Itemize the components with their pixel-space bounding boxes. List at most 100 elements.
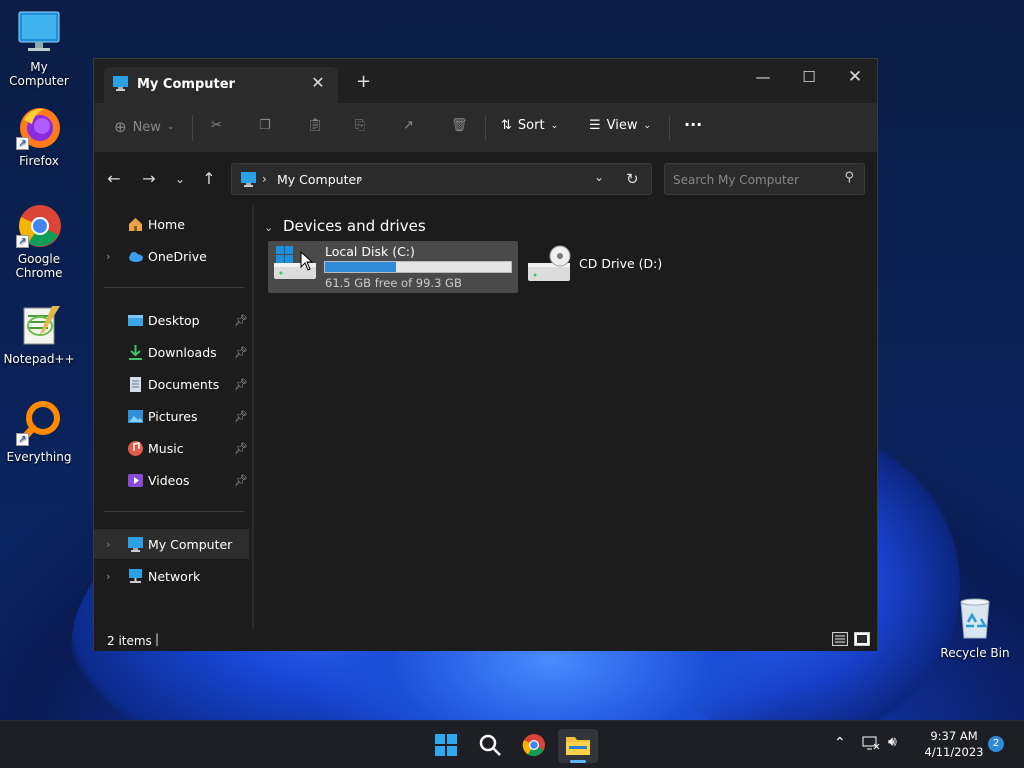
minimize-button[interactable]: — (740, 63, 786, 91)
desktop-icon-notepad-plus-plus[interactable]: Notepad++ (0, 302, 78, 366)
notification-badge[interactable]: 2 (988, 736, 1004, 752)
sidebar-item-network[interactable]: › Network (94, 561, 249, 591)
sidebar-item-label: Documents (148, 376, 220, 392)
paste-button[interactable]: 📋︎ (307, 118, 324, 133)
up-arrow-icon[interactable]: ↑ (199, 169, 219, 188)
toolbar-divider (669, 115, 670, 141)
breadcrumb-my-computer[interactable]: My Computer (277, 172, 361, 187)
clipboard-icon: 📋︎ (307, 118, 324, 133)
pin-icon: 📌︎ (234, 473, 248, 487)
delete-button[interactable]: 🗑︎ (451, 118, 468, 133)
start-icon (434, 733, 458, 760)
address-bar[interactable]: › My Computer › ⌄ ↻ (231, 163, 652, 195)
sidebar-item-label: Network (148, 568, 201, 584)
taskbar-search-button[interactable] (470, 729, 510, 763)
sidebar-item-videos[interactable]: Videos 📌︎ (94, 465, 249, 495)
trash-icon: 🗑︎ (451, 118, 468, 133)
chrome-icon (522, 733, 546, 760)
taskbar-file-explorer-button[interactable] (558, 729, 598, 763)
expand-chevron-icon[interactable]: › (106, 570, 110, 583)
more-options-button[interactable]: ··· (684, 115, 702, 134)
items-count: 2 items (107, 634, 152, 648)
back-arrow-icon[interactable]: ← (104, 169, 124, 188)
sidebar-item-onedrive[interactable]: › OneDrive (94, 241, 249, 271)
show-hidden-icons-chevron-icon[interactable]: ⌃ (834, 735, 846, 751)
sidebar-item-pictures[interactable]: Pictures 📌︎ (94, 401, 249, 431)
command-bar: ⊕ New ⌄ ✂ ❐ 📋︎ ⎘ ↗ 🗑︎ ⇅ Sort ⌄ ☰ View ⌄ … (94, 103, 877, 153)
large-icons-view-icon[interactable] (854, 632, 870, 646)
rename-button[interactable]: ⎘ (355, 118, 365, 133)
sidebar-item-documents[interactable]: Documents 📌︎ (94, 369, 249, 399)
clock[interactable]: 9:37 AM 4/11/2023 (918, 728, 990, 760)
desktop-icon-firefox[interactable]: ↗ Firefox (0, 104, 78, 168)
sidebar-item-label: Downloads (148, 344, 217, 360)
video-icon (127, 472, 144, 489)
pin-icon: 📌︎ (234, 313, 248, 327)
expand-chevron-icon[interactable]: › (106, 538, 110, 551)
network-icon (127, 568, 144, 585)
share-button[interactable]: ↗ (403, 118, 414, 133)
search-placeholder: Search My Computer (673, 173, 799, 187)
notepad-plus-plus-icon (16, 302, 62, 348)
sidebar-item-label: Music (148, 440, 184, 456)
sidebar-item-desktop[interactable]: Desktop 📌︎ (94, 305, 249, 335)
sidebar-item-home[interactable]: Home (94, 209, 249, 239)
sidebar-item-downloads[interactable]: Downloads 📌︎ (94, 337, 249, 367)
new-button[interactable]: ⊕ New ⌄ (114, 118, 174, 136)
search-icon (478, 733, 502, 760)
sidebar-item-my-computer[interactable]: › My Computer (94, 529, 249, 559)
collapse-chevron-icon: ⌄ (264, 221, 274, 234)
desktop-icon-recycle-bin[interactable]: Recycle Bin (936, 596, 1014, 660)
title-bar: My Computer ✕ + — ☐ ✕ (94, 59, 877, 103)
chevron-down-icon: ⌄ (643, 120, 652, 131)
copy-button[interactable]: ❐ (259, 118, 271, 133)
breadcrumb-separator[interactable]: › (358, 172, 363, 186)
network-status-icon[interactable] (862, 735, 880, 754)
music-icon (127, 440, 144, 457)
chevron-down-icon: ⌄ (166, 122, 175, 132)
volume-icon[interactable]: 🔊︎ (888, 734, 897, 750)
sidebar-item-music[interactable]: Music 📌︎ (94, 433, 249, 463)
desktop-icon-my-computer[interactable]: My Computer (0, 10, 78, 88)
refresh-icon[interactable]: ↻ (626, 170, 639, 188)
cd-drive-icon (528, 245, 572, 288)
firefox-icon: ↗ (16, 104, 62, 150)
recent-locations-chevron-icon[interactable]: ⌄ (170, 172, 190, 186)
search-box[interactable]: Search My Computer ⚲ (664, 163, 865, 195)
file-explorer-icon (565, 733, 591, 760)
monitor-icon (127, 536, 144, 553)
forward-arrow-icon[interactable]: → (139, 169, 159, 188)
section-header-devices[interactable]: ⌄ Devices and drives (264, 217, 426, 235)
taskbar-chrome-button[interactable] (514, 729, 554, 763)
close-tab-button[interactable]: ✕ (308, 73, 328, 92)
desktop-icon-chrome[interactable]: ↗ Google Chrome (0, 202, 78, 280)
expand-chevron-icon[interactable]: › (106, 250, 110, 263)
cut-button[interactable]: ✂ (211, 118, 222, 133)
chrome-icon: ↗ (16, 202, 62, 248)
status-bar: 2 items | (94, 629, 877, 651)
sort-button[interactable]: ⇅ Sort ⌄ (501, 118, 558, 133)
address-history-chevron-icon[interactable]: ⌄ (594, 170, 604, 184)
sidebar-item-label: OneDrive (148, 248, 207, 264)
maximize-button[interactable]: ☐ (786, 63, 832, 91)
sidebar-item-label: Pictures (148, 408, 198, 424)
close-window-button[interactable]: ✕ (832, 63, 878, 91)
start-button[interactable] (426, 729, 466, 763)
download-icon (127, 344, 144, 361)
cloud-icon (127, 248, 144, 265)
drive-label: CD Drive (D:) (579, 256, 663, 271)
copy-icon: ❐ (259, 118, 271, 133)
search-magnifier-icon: ↗ (16, 400, 62, 446)
tab-my-computer[interactable]: My Computer ✕ (104, 67, 338, 103)
picture-icon (127, 408, 144, 425)
navigation-row: ← → ⌄ ↑ › My Computer › ⌄ ↻ Search My Co… (94, 153, 877, 205)
new-tab-button[interactable]: + (356, 71, 371, 92)
monitor-icon (16, 10, 62, 56)
details-view-icon[interactable] (832, 632, 848, 646)
content-pane: ⌄ Devices and drives Local Disk (C:) 61.… (256, 205, 877, 629)
drive-cd-d[interactable]: CD Drive (D:) (526, 241, 686, 293)
mouse-cursor-icon (300, 250, 314, 274)
desktop-icon-everything[interactable]: ↗ Everything (0, 400, 78, 464)
view-button[interactable]: ☰ View ⌄ (589, 118, 651, 133)
sidebar-item-label: Desktop (148, 312, 200, 328)
